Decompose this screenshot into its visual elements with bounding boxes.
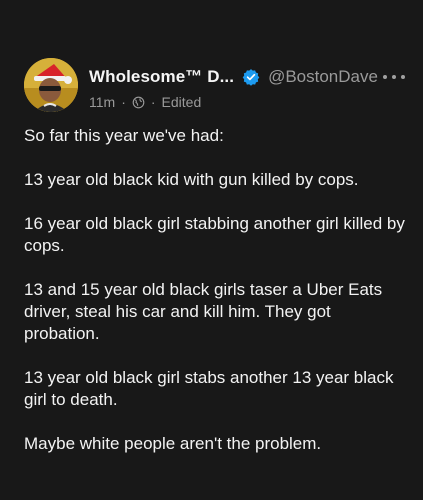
separator: ·: [121, 94, 126, 110]
post-card: Wholesome™ D... @BostonDave 11m · · Edit…: [0, 0, 423, 500]
post-paragraph: 16 year old black girl stabbing another …: [24, 214, 405, 255]
globe-icon: [132, 96, 145, 109]
post-body: So far this year we've had: 13 year old …: [24, 125, 409, 477]
more-dots-icon[interactable]: [383, 68, 405, 86]
post-meta: 11m · · Edited: [89, 93, 201, 111]
post-header: Wholesome™ D... @BostonDave: [89, 66, 405, 88]
avatar[interactable]: [24, 58, 78, 112]
verified-check-icon: [242, 68, 260, 86]
edited-label[interactable]: Edited: [162, 94, 202, 110]
avatar-image: [24, 58, 78, 112]
post-paragraph: 13 year old black kid with gun killed by…: [24, 170, 359, 189]
timestamp[interactable]: 11m: [89, 94, 115, 110]
post-paragraph: Maybe white people aren't the problem.: [24, 434, 322, 453]
handle[interactable]: @BostonDave: [268, 67, 378, 87]
separator: ·: [150, 94, 156, 110]
post-paragraph: 13 year old black girl stabs another 13 …: [24, 368, 394, 409]
post-paragraph: 13 and 15 year old black girls taser a U…: [24, 280, 383, 343]
display-name[interactable]: Wholesome™ D...: [89, 67, 234, 87]
post-paragraph: So far this year we've had:: [24, 126, 224, 145]
